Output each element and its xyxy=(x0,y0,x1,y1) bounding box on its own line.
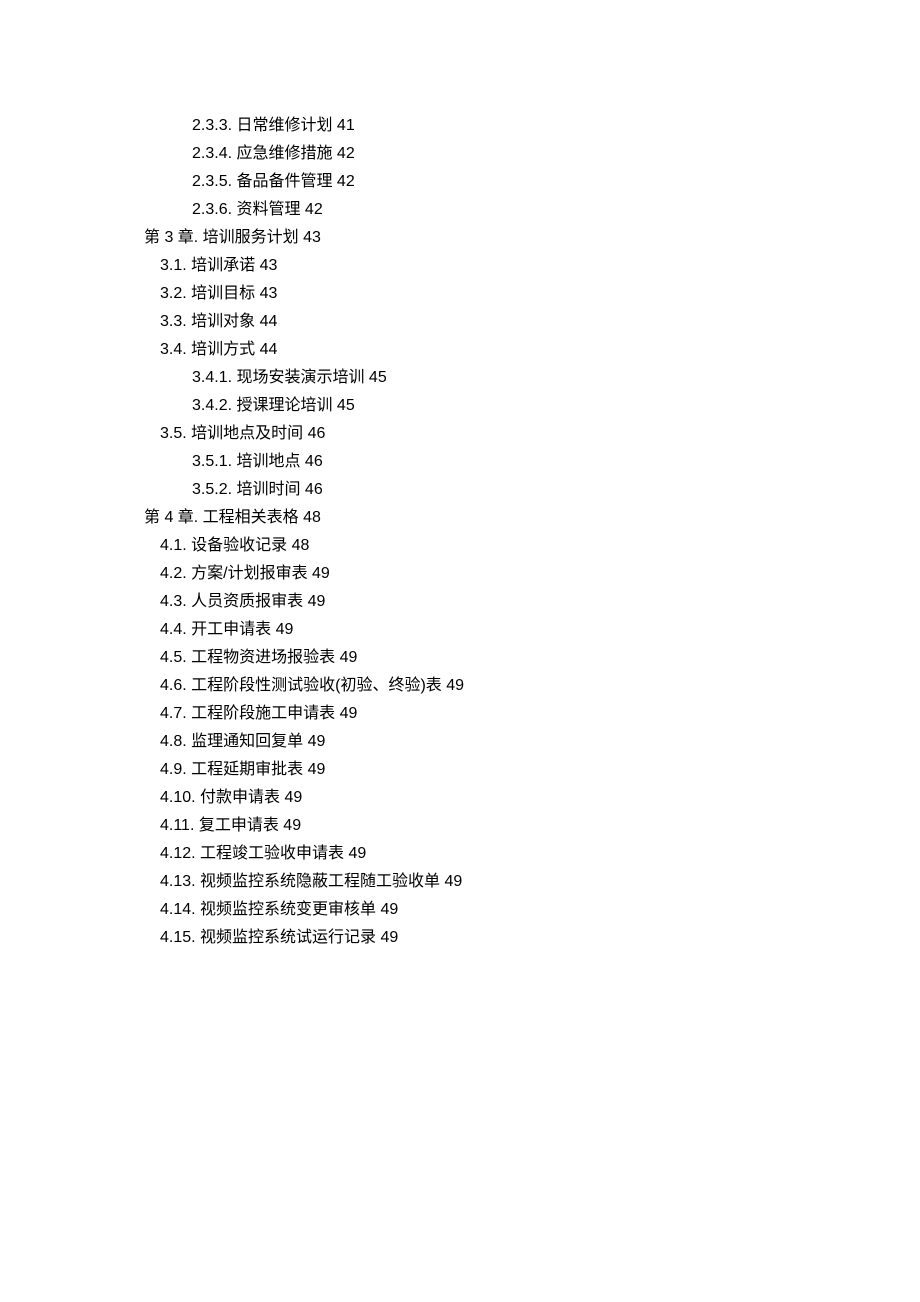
toc-entry: 3.4.1. 现场安装演示培训 45 xyxy=(144,364,920,392)
toc-entry: 4.9. 工程延期审批表 49 xyxy=(144,756,920,784)
toc-entry: 4.13. 视频监控系统隐蔽工程随工验收单 49 xyxy=(144,868,920,896)
toc-entry: 4.3. 人员资质报审表 49 xyxy=(144,588,920,616)
table-of-contents: 2.3.3. 日常维修计划 412.3.4. 应急维修措施 422.3.5. 备… xyxy=(144,112,920,952)
toc-entry: 3.3. 培训对象 44 xyxy=(144,308,920,336)
toc-entry: 第 4 章. 工程相关表格 48 xyxy=(144,504,920,532)
toc-entry: 3.4.2. 授课理论培训 45 xyxy=(144,392,920,420)
toc-entry: 4.11. 复工申请表 49 xyxy=(144,812,920,840)
toc-entry: 3.4. 培训方式 44 xyxy=(144,336,920,364)
toc-entry: 4.4. 开工申请表 49 xyxy=(144,616,920,644)
toc-entry: 4.14. 视频监控系统变更审核单 49 xyxy=(144,896,920,924)
toc-entry: 4.10. 付款申请表 49 xyxy=(144,784,920,812)
toc-entry: 2.3.5. 备品备件管理 42 xyxy=(144,168,920,196)
toc-entry: 3.5.1. 培训地点 46 xyxy=(144,448,920,476)
toc-entry: 4.7. 工程阶段施工申请表 49 xyxy=(144,700,920,728)
toc-entry: 4.6. 工程阶段性测试验收(初验、终验)表 49 xyxy=(144,672,920,700)
toc-entry: 4.2. 方案/计划报审表 49 xyxy=(144,560,920,588)
toc-entry: 第 3 章. 培训服务计划 43 xyxy=(144,224,920,252)
toc-entry: 3.2. 培训目标 43 xyxy=(144,280,920,308)
toc-entry: 3.5.2. 培训时间 46 xyxy=(144,476,920,504)
toc-entry: 2.3.6. 资料管理 42 xyxy=(144,196,920,224)
toc-entry: 2.3.3. 日常维修计划 41 xyxy=(144,112,920,140)
toc-entry: 3.1. 培训承诺 43 xyxy=(144,252,920,280)
toc-entry: 2.3.4. 应急维修措施 42 xyxy=(144,140,920,168)
toc-entry: 4.1. 设备验收记录 48 xyxy=(144,532,920,560)
toc-entry: 4.15. 视频监控系统试运行记录 49 xyxy=(144,924,920,952)
toc-entry: 4.8. 监理通知回复单 49 xyxy=(144,728,920,756)
toc-entry: 4.12. 工程竣工验收申请表 49 xyxy=(144,840,920,868)
toc-entry: 3.5. 培训地点及时间 46 xyxy=(144,420,920,448)
toc-entry: 4.5. 工程物资进场报验表 49 xyxy=(144,644,920,672)
